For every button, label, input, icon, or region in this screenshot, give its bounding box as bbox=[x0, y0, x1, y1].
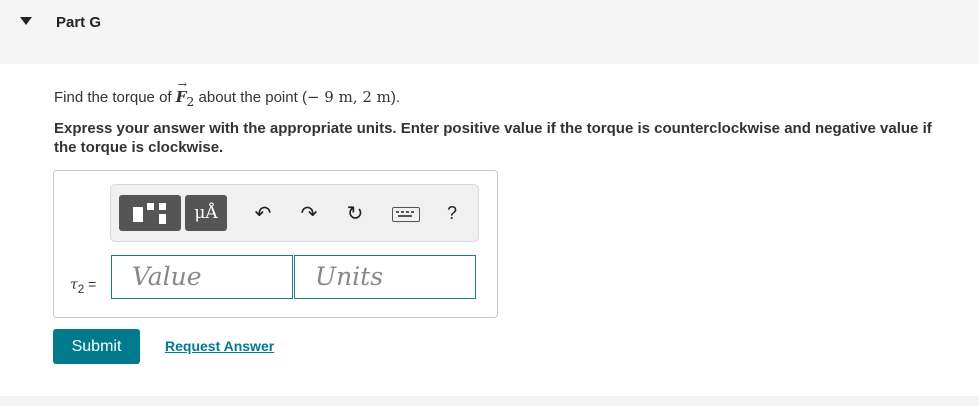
question-text: Find the torque of → F2 about the point (… bbox=[54, 78, 401, 109]
reset-icon[interactable]: ↻ bbox=[341, 199, 369, 227]
collapse-caret-icon[interactable] bbox=[20, 17, 32, 25]
question-prefix: Find the torque of bbox=[54, 89, 176, 106]
template-button[interactable] bbox=[119, 195, 181, 231]
keyboard-icon[interactable] bbox=[392, 207, 420, 222]
help-icon[interactable]: ? bbox=[441, 199, 463, 227]
request-answer-link[interactable]: Request Answer bbox=[165, 338, 274, 354]
units-input[interactable]: Units bbox=[294, 255, 476, 299]
question-suffix: about the point ( bbox=[194, 89, 307, 106]
answer-label: τ2 = bbox=[70, 276, 96, 296]
redo-icon[interactable]: ↷ bbox=[295, 199, 323, 227]
footer-bar bbox=[0, 396, 979, 406]
vector-f2: → F bbox=[175, 78, 187, 106]
value-placeholder: Value bbox=[132, 262, 202, 291]
answer-box: μÅ ↶ ↷ ↻ ? τ2 = Value Units bbox=[53, 170, 498, 318]
tau-symbol: τ bbox=[70, 277, 78, 293]
question-close: ). bbox=[390, 89, 401, 106]
part-title: Part G bbox=[56, 14, 102, 31]
units-placeholder: Units bbox=[315, 262, 384, 291]
submit-button[interactable]: Submit bbox=[53, 329, 140, 364]
instructions: Express your answer with the appropriate… bbox=[54, 120, 932, 156]
math-toolbar: μÅ ↶ ↷ ↻ ? bbox=[110, 184, 479, 242]
part-header[interactable]: Part G bbox=[0, 0, 979, 64]
question-point: − 9 m, 2 m bbox=[306, 88, 391, 106]
equals-sign: = bbox=[84, 276, 97, 292]
vector-arrow-icon: → bbox=[177, 78, 187, 91]
units-button[interactable]: μÅ bbox=[185, 195, 227, 231]
value-input[interactable]: Value bbox=[111, 255, 293, 299]
undo-icon[interactable]: ↶ bbox=[249, 199, 277, 227]
